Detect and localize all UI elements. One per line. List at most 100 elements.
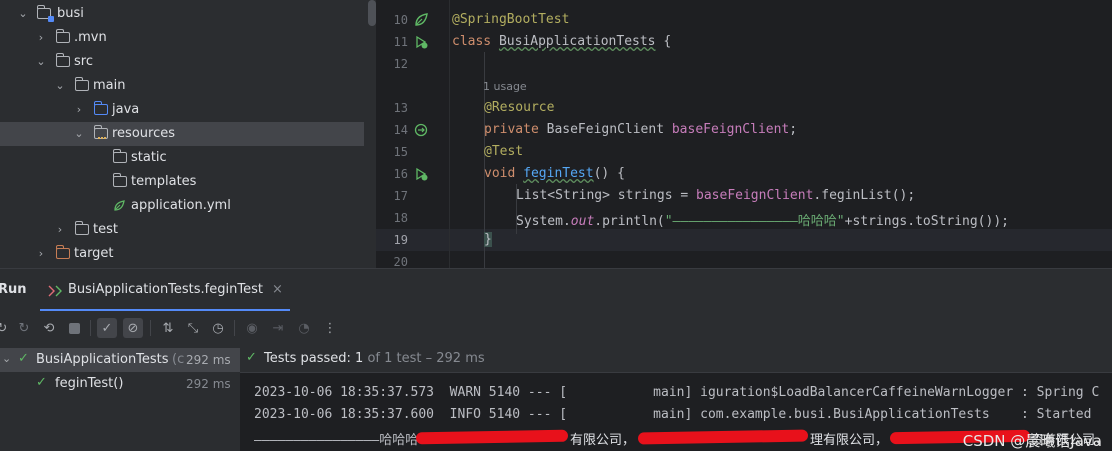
test-passed-icon: ✓ [18, 351, 29, 366]
test-tree-row-method[interactable]: ✓ feginTest() 292 ms [0, 372, 240, 396]
folder-icon [55, 29, 70, 43]
tree-item-main[interactable]: ⌄ main [0, 74, 364, 98]
tree-item-label: resources [112, 126, 176, 141]
tree-item-java[interactable]: › java [0, 98, 364, 122]
tree-item-src[interactable]: ⌄ src [0, 50, 364, 74]
run-panel-title: Run [0, 282, 27, 297]
tree-item-target[interactable]: › target [0, 242, 364, 266]
toolbar-separator [90, 320, 91, 336]
csdn-watermark: CSDN @晨曦话Java [962, 432, 1102, 450]
chevron-down-icon[interactable]: ⌄ [73, 122, 85, 146]
code-line-10: @SpringBootTest [452, 12, 570, 27]
toolbar-separator [234, 320, 235, 336]
line-number: 13 [393, 101, 408, 115]
gutter-separator [449, 0, 450, 268]
chevron-down-icon[interactable]: ⌄ [54, 74, 66, 98]
folder-icon [74, 221, 89, 235]
console-output[interactable]: 2023-10-06 18:35:37.573 WARN 5140 --- [ … [240, 373, 1112, 451]
test-config-icon [48, 285, 62, 297]
sort-by-duration-icon[interactable]: ◷ [208, 318, 228, 338]
tab-run-config[interactable]: BusiApplicationTests.feginTest × [40, 273, 290, 311]
test-class-suffix: (c [172, 352, 185, 367]
camera-icon[interactable]: ◉ [242, 318, 262, 338]
test-method-duration: 292 ms [186, 377, 231, 391]
tree-item-label: test [93, 222, 118, 237]
tree-item-resources[interactable]: ⌄ resources [0, 122, 364, 146]
tree-item-test[interactable]: › test [0, 218, 364, 242]
rerun-failed-icon[interactable]: ↻ [14, 318, 34, 338]
more-options-icon[interactable]: ⋮ [320, 318, 340, 338]
code-line-14: private BaseFeignClient baseFeignClient; [484, 122, 798, 137]
tests-passed-summary: Tests passed: 1 of 1 test – 292 ms [264, 351, 485, 366]
run-passed-icon[interactable] [414, 167, 428, 181]
console-line: 2023-10-06 18:35:37.573 WARN 5140 --- [ … [254, 385, 1100, 400]
project-tree: ⌄ busi › .mvn ⌄ src ⌄ main › java ⌄ reso… [0, 0, 376, 268]
run-toolbar: ↻ ↻ ⟲ ✓ ⊘ ⇅ ⤡ ◷ ◉ ⇥ ◔ ⋮ [0, 312, 1112, 344]
line-number: 12 [393, 57, 408, 71]
coverage-icon[interactable]: ◔ [294, 318, 314, 338]
code-editor[interactable]: 10 11 12 13 14 15 16 17 18 19 20 @Spring… [376, 0, 1112, 268]
console-line: ————————————————哈哈哈 [254, 433, 419, 448]
spring-leaf-icon [114, 200, 125, 211]
stop-icon[interactable] [64, 318, 84, 338]
excluded-folder-icon [55, 245, 70, 259]
show-ignored-icon[interactable]: ⊘ [123, 318, 143, 338]
collapse-all-icon[interactable]: ⤡ [183, 318, 203, 338]
folder-icon [112, 173, 127, 187]
redaction-mark [415, 429, 569, 445]
console-fragment: 理有限公司， [810, 433, 889, 448]
line-number: 19 [393, 233, 408, 247]
chevron-right-icon[interactable]: › [35, 242, 47, 266]
run-passed-icon[interactable] [414, 35, 428, 49]
test-method-name: feginTest() [55, 376, 124, 391]
tree-item-label: target [74, 246, 114, 261]
code-line-19: } [484, 232, 492, 247]
tree-item-label: src [74, 54, 93, 69]
tree-item-templates[interactable]: templates [0, 170, 364, 194]
tree-item-label: application.yml [131, 198, 231, 213]
code-line-13: @Resource [484, 100, 555, 115]
spring-leaf-icon[interactable] [414, 13, 428, 27]
tree-item-mvn[interactable]: › .mvn [0, 26, 364, 50]
tab-label: BusiApplicationTests.feginTest [68, 282, 263, 297]
rerun-icon[interactable]: ↻ [0, 318, 12, 338]
chevron-down-icon[interactable]: ⌄ [17, 2, 29, 26]
line-number: 11 [393, 35, 408, 49]
chevron-right-icon[interactable]: › [73, 98, 85, 122]
toggle-auto-test-icon[interactable]: ⟲ [39, 318, 59, 338]
tree-item-application-yml[interactable]: application.yml [0, 194, 364, 218]
line-number: 20 [393, 255, 408, 268]
chevron-right-icon[interactable]: › [54, 218, 66, 242]
folder-icon [74, 77, 89, 91]
line-number: 10 [393, 13, 408, 27]
code-line-11: class BusiApplicationTests { [452, 34, 672, 49]
test-results-tree: ⌄ ✓ BusiApplicationTests (c 292 ms ✓ feg… [0, 344, 240, 451]
tree-item-label: java [112, 102, 140, 117]
console-fragment: 有限公司， [570, 433, 636, 448]
tree-scrollbar[interactable] [368, 0, 376, 26]
run-tool-window-header: Run BusiApplicationTests.feginTest × [0, 268, 1112, 313]
line-number: 17 [393, 189, 408, 203]
show-passed-icon[interactable]: ✓ [97, 318, 117, 338]
usage-hint[interactable]: 1 usage [483, 80, 527, 93]
autowired-bean-icon[interactable] [414, 123, 428, 137]
chevron-down-icon[interactable]: ⌄ [35, 50, 47, 74]
test-tree-row-class[interactable]: ⌄ ✓ BusiApplicationTests (c 292 ms [0, 348, 240, 372]
tree-item-busi[interactable]: ⌄ busi [0, 2, 364, 26]
code-line-15: @Test [484, 144, 524, 159]
test-class-duration: 292 ms [186, 353, 231, 367]
tree-item-static[interactable]: static [0, 146, 364, 170]
tree-item-label: main [93, 78, 126, 93]
line-number: 14 [393, 123, 408, 137]
chevron-right-icon[interactable]: › [35, 26, 47, 50]
close-icon[interactable]: × [272, 282, 283, 297]
sort-alphabetically-icon[interactable]: ⇅ [158, 318, 178, 338]
import-tests-icon[interactable]: ⇥ [268, 318, 288, 338]
tree-item-label: busi [57, 6, 84, 21]
line-number: 18 [393, 211, 408, 225]
tree-item-label: .mvn [74, 30, 107, 45]
folder-icon [112, 149, 127, 163]
test-class-name: BusiApplicationTests [36, 352, 169, 367]
module-folder-icon [36, 5, 54, 22]
chevron-down-icon[interactable]: ⌄ [2, 352, 11, 365]
